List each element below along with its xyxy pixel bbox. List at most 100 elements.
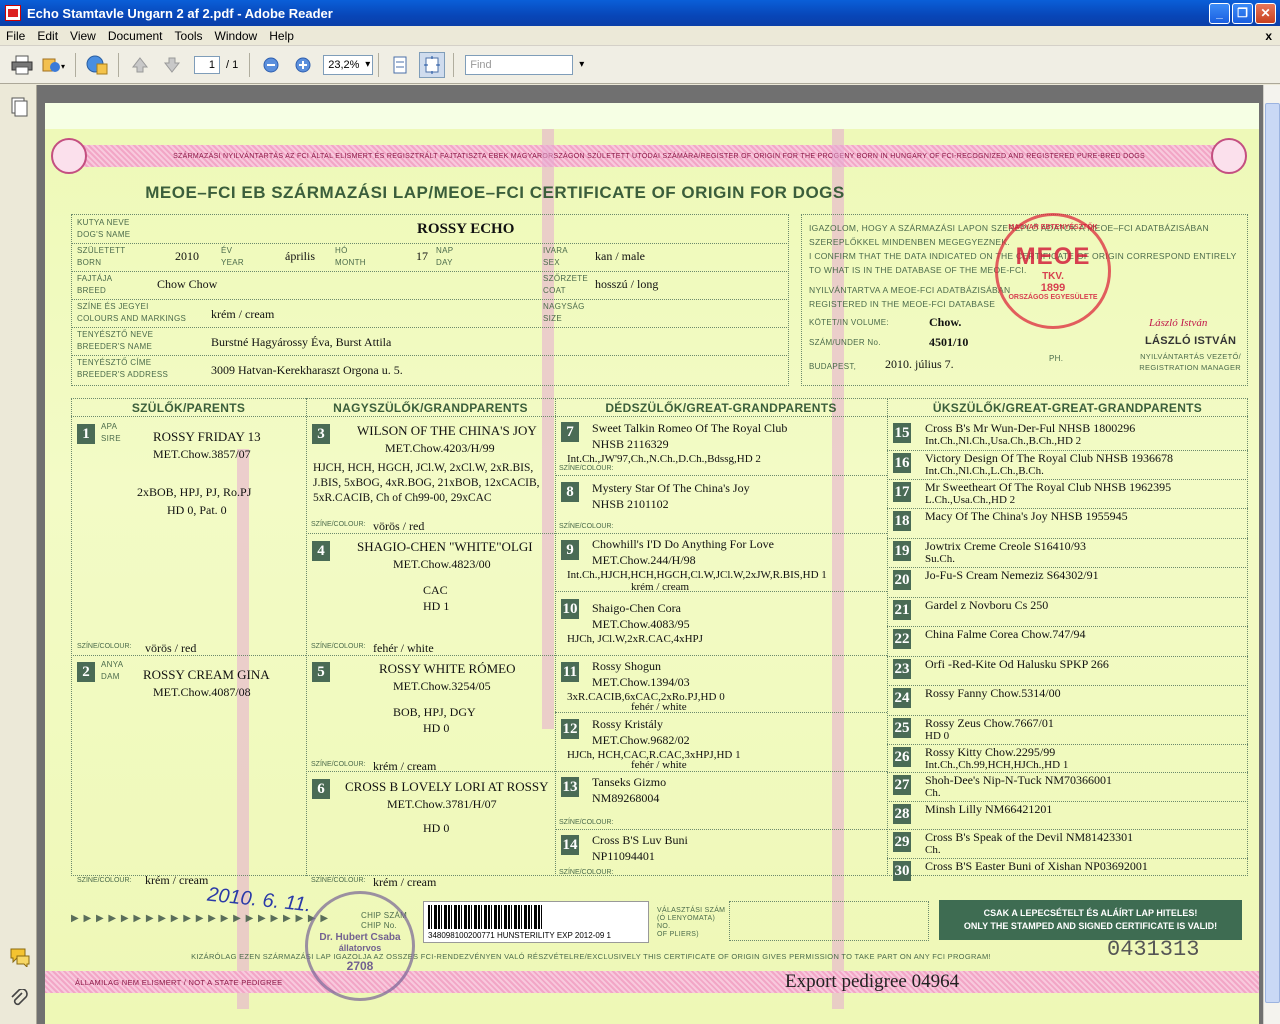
- number-badge: 11: [561, 662, 579, 682]
- number-badge: 28: [893, 804, 911, 824]
- label-colour: SZÍNE/COLOUR:: [559, 819, 614, 826]
- great-great-grandparent-titles: HD 0: [925, 730, 950, 742]
- grandparent-titles: HJCH, HCH, HGCH, JCl.W, 2xCl.W, 2xR.BIS,…: [313, 462, 540, 504]
- label-sire: APA SIRE: [101, 422, 121, 443]
- great-grandparent-reg: NHSB 2101102: [592, 497, 669, 511]
- number-badge: 25: [893, 718, 911, 738]
- label-colour: SZÍNE/COLOUR:: [559, 465, 614, 472]
- grandparent-colour: krém / cream: [373, 875, 437, 889]
- pdf-page: SZÁRMAZÁSI NYILVÁNTARTÁS AZ FCI ÁLTAL EL…: [45, 103, 1259, 1024]
- print-icon[interactable]: [9, 52, 35, 78]
- restore-button[interactable]: ❐: [1232, 2, 1253, 24]
- number-badge: 23: [893, 659, 911, 679]
- share-icon[interactable]: ▾: [41, 52, 67, 78]
- label-breeder-address: TENYÉSZTŐ CÍME BREEDER'S ADDRESS: [77, 358, 169, 379]
- label-budapest: BUDAPEST,: [809, 362, 857, 371]
- great-great-grandparent-name: Macy Of The China's Joy NHSB 1955945: [925, 509, 1128, 523]
- document-view[interactable]: SZÁRMAZÁSI NYILVÁNTARTÁS AZ FCI ÁLTAL EL…: [37, 85, 1280, 1024]
- scrollbar-thumb[interactable]: [1265, 103, 1280, 1003]
- number-badge: 8: [561, 482, 579, 502]
- grandparent-colour: vörös / red: [373, 519, 425, 533]
- label-colour: SZÍNE/COLOUR:: [559, 869, 614, 876]
- next-page-icon[interactable]: [159, 52, 185, 78]
- great-grandparent-name: Rossy Kristály: [592, 717, 664, 731]
- label-colour: SZÍNE/COLOUR:: [77, 643, 132, 650]
- great-great-grandparent-name: Cross B's Mr Wun-Der-Ful NHSB 1800296: [925, 421, 1136, 435]
- great-great-grandparent-titles: Int.Ch.,Nl.Ch.,L.Ch.,B.Ch.: [925, 465, 1044, 477]
- menu-tools[interactable]: Tools: [169, 29, 209, 43]
- dog-coat: hosszú / long: [595, 277, 659, 291]
- menu-help[interactable]: Help: [263, 29, 300, 43]
- number-badge: 17: [893, 482, 911, 502]
- label-colour: SZÍNE/COLOUR:: [77, 877, 132, 884]
- scroll-mode-icon[interactable]: [387, 52, 413, 78]
- label-dog-name: KUTYA NEVE DOG'S NAME: [77, 218, 131, 239]
- close-button[interactable]: ✕: [1255, 2, 1276, 24]
- grandparent-hd: HD 0: [423, 821, 450, 835]
- dog-sex: kan / male: [595, 249, 645, 263]
- previous-page-icon[interactable]: [127, 52, 153, 78]
- attachments-panel-icon[interactable]: [9, 988, 29, 1009]
- window-title: Echo Stamtavle Ungarn 2 af 2.pdf - Adobe…: [27, 5, 333, 21]
- great-great-grandparent-name: Rossy Zeus Chow.7667/01: [925, 716, 1054, 730]
- number-badge: 16: [893, 453, 911, 473]
- zoom-out-icon[interactable]: [258, 52, 284, 78]
- dog-info-box: [71, 214, 789, 386]
- great-great-grandparent-name: Cross B's Speak of the Devil NM81423301: [925, 830, 1134, 844]
- great-grandparent-name: Sweet Talkin Romeo Of The Royal Club: [592, 421, 788, 435]
- number-badge: 15: [893, 423, 911, 443]
- grandparent-name: SHAGIO-CHEN "WHITE"OLGI: [357, 539, 533, 554]
- menu-file[interactable]: File: [0, 29, 31, 43]
- stamp-place: PH.: [1049, 354, 1064, 363]
- meoe-red-seal: MAGYAR EBTENYÉSZTŐK MEOE TKV. 1899 ORSZÁ…: [995, 213, 1111, 329]
- page-number-input[interactable]: 1: [194, 55, 220, 74]
- birth-day: 17: [416, 249, 428, 263]
- registered-text: NYILVÁNTARTVA A MEOE-FCI ADATBÁZISÁBAN R…: [809, 285, 1011, 309]
- great-grandparent-name: Mystery Star Of The China's Joy: [592, 481, 750, 495]
- number-badge: 10: [561, 599, 579, 619]
- great-grandparent-reg: NHSB 2116329: [592, 437, 669, 451]
- comments-panel-icon[interactable]: [9, 947, 30, 969]
- navigation-panel: [0, 85, 37, 1024]
- number-badge: 19: [893, 541, 911, 561]
- great-grandparent-titles: Int.Ch.,HJCH,HCH,HGCH,Cl.W,JCl.W,2xJW,R.…: [567, 569, 827, 581]
- great-great-grandparent-name: China Falme Corea Chow.747/94: [925, 627, 1086, 641]
- label-under-no: SZÁM/UNDER No.: [809, 338, 881, 347]
- number-badge: 12: [561, 719, 579, 739]
- zoom-level-select[interactable]: 23,2%: [323, 54, 374, 75]
- top-band: SZÁRMAZÁSI NYILVÁNTARTÁS AZ FCI ÁLTAL EL…: [75, 145, 1243, 167]
- grandparent-hd: HD 0: [423, 721, 450, 735]
- number-badge: 30: [893, 861, 911, 881]
- zoom-in-icon[interactable]: [290, 52, 316, 78]
- find-input[interactable]: Find: [465, 54, 584, 75]
- collaborate-icon[interactable]: [84, 52, 110, 78]
- chip-sticker: 348098100200771 HUNSTERILITY EXP 2012-09…: [423, 901, 649, 943]
- sire-titles: 2xBOB, HPJ, PJ, Ro.PJ: [137, 485, 252, 499]
- fit-page-icon[interactable]: [419, 51, 446, 78]
- menu-document[interactable]: Document: [102, 29, 169, 43]
- grandparent-name: ROSSY WHITE RÓMEO: [379, 661, 516, 676]
- menu-edit[interactable]: Edit: [31, 29, 64, 43]
- chip-number: 348098100200771 HUNSTERILITY EXP 2012-09…: [428, 931, 611, 940]
- great-grandparent-colour: krém / cream: [631, 581, 690, 593]
- sire-hd: HD 0, Pat. 0: [167, 503, 227, 517]
- grandparent-name: WILSON OF THE CHINA'S JOY: [357, 423, 537, 438]
- label-coat: SZŐRZETE COAT: [543, 274, 589, 295]
- sire-colour: vörös / red: [145, 641, 197, 655]
- pages-panel-icon[interactable]: [9, 97, 29, 117]
- document-close-button[interactable]: x: [1259, 29, 1280, 43]
- great-grandparent-name: Shaigo-Chen Cora: [592, 601, 681, 615]
- great-great-grandparent-name: Minsh Lilly NM66421201: [925, 802, 1053, 816]
- volume: Chow.: [929, 315, 962, 329]
- vertical-scrollbar[interactable]: [1263, 85, 1280, 1024]
- minimize-button[interactable]: _: [1209, 2, 1230, 24]
- number-badge: 13: [561, 777, 579, 797]
- menu-window[interactable]: Window: [209, 29, 264, 43]
- great-great-grandparent-name: Rossy Fanny Chow.5314/00: [925, 686, 1061, 700]
- number-badge: 18: [893, 511, 911, 531]
- birth-year: 2010: [175, 249, 199, 263]
- great-great-grandparent-name: Gardel z Novboru Cs 250: [925, 598, 1049, 612]
- label-sex: IVARA SEX: [543, 246, 568, 267]
- menu-view[interactable]: View: [64, 29, 102, 43]
- great-grandparent-colour: fehér / white: [631, 701, 687, 713]
